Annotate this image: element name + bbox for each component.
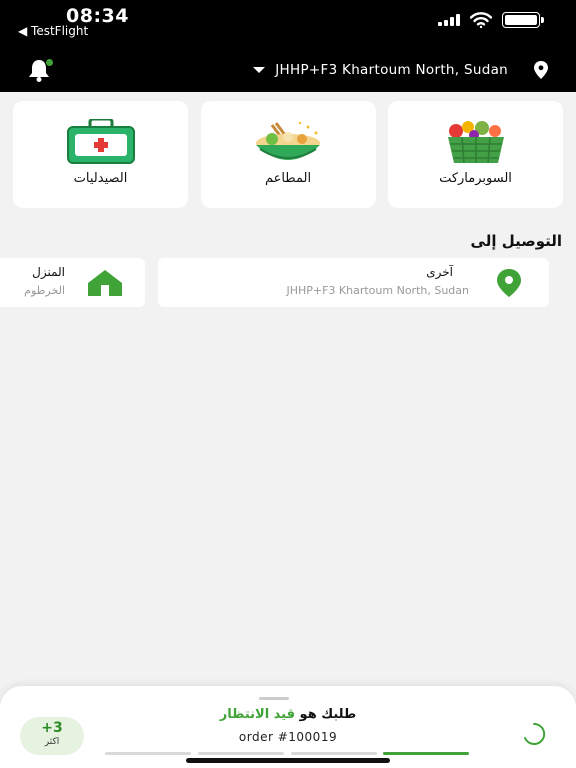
home-indicator[interactable] bbox=[186, 758, 390, 763]
top-header: 08:34 ◀ TestFlight JHHP+F3 Khartoum Nort… bbox=[0, 0, 576, 92]
status-icons bbox=[438, 12, 544, 28]
address-card-other[interactable]: آخرى JHHP+F3 Khartoum North, Sudan bbox=[158, 258, 549, 307]
category-label: المطاعم bbox=[264, 171, 312, 186]
address-card-home[interactable]: المنزل الخرطوم bbox=[0, 258, 145, 307]
map-pin-icon bbox=[497, 269, 521, 297]
caret-down-icon bbox=[253, 67, 266, 73]
address-detail: الخرطوم bbox=[24, 284, 65, 297]
category-label: السوبرماركت bbox=[439, 171, 512, 186]
category-cards: الصيدليات المطاعم السوبرماركت bbox=[13, 101, 563, 208]
address-name: آخرى bbox=[426, 265, 453, 279]
progress-step-3 bbox=[291, 752, 377, 755]
order-status-value: قيد الانتظار bbox=[219, 707, 296, 722]
loading-spinner-icon bbox=[524, 722, 546, 745]
order-status-sheet[interactable]: طلبك هو قيد الانتظار order #100019 +3 اك… bbox=[0, 686, 576, 768]
category-restaurants[interactable]: المطاعم bbox=[200, 101, 376, 208]
category-supermarket[interactable]: السوبرماركت bbox=[388, 101, 563, 208]
battery-icon bbox=[502, 12, 544, 28]
location-pin-icon bbox=[534, 61, 548, 79]
category-label: الصيدليات bbox=[73, 171, 128, 186]
current-location: JHHP+F3 Khartoum North, Sudan bbox=[275, 62, 508, 78]
delivery-title: التوصيل إلى bbox=[470, 232, 562, 250]
more-orders-label: اكثر bbox=[44, 737, 60, 747]
progress-step-1 bbox=[105, 752, 191, 755]
order-status-line: طلبك هو قيد الانتظار bbox=[0, 707, 576, 722]
wifi-icon bbox=[470, 12, 492, 28]
grocery-basket-icon bbox=[447, 121, 504, 164]
drag-handle[interactable] bbox=[259, 697, 289, 700]
home-icon bbox=[88, 270, 122, 296]
address-name: المنزل bbox=[32, 265, 65, 279]
back-to-testflight-link[interactable]: ◀ TestFlight bbox=[18, 24, 88, 38]
progress-step-2 bbox=[198, 752, 284, 755]
order-number: order #100019 bbox=[238, 730, 338, 744]
progress-step-4 bbox=[383, 752, 469, 755]
location-selector[interactable]: JHHP+F3 Khartoum North, Sudan bbox=[253, 60, 550, 80]
food-bowl-icon bbox=[256, 121, 320, 160]
more-orders-count: +3 bbox=[41, 720, 63, 736]
more-orders-button[interactable]: +3 اكثر bbox=[20, 717, 84, 755]
signal-icon bbox=[438, 14, 460, 26]
notification-button[interactable] bbox=[26, 58, 56, 84]
notification-dot bbox=[45, 58, 54, 67]
address-detail: JHHP+F3 Khartoum North, Sudan bbox=[286, 284, 469, 297]
first-aid-kit-icon bbox=[66, 119, 135, 164]
order-status-prefix: طلبك هو bbox=[299, 707, 357, 722]
category-pharmacies[interactable]: الصيدليات bbox=[13, 101, 188, 208]
